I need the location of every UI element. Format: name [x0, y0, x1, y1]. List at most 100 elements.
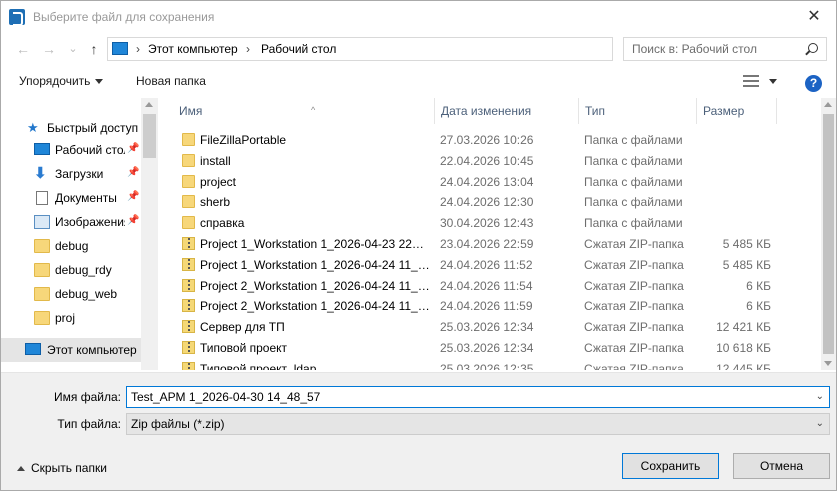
folder-icon [34, 311, 50, 325]
file-type: Папка с файлами [584, 216, 683, 231]
chevron-down-icon[interactable]: ⌄ [816, 387, 824, 407]
app-icon [9, 9, 25, 26]
file-type: Сжатая ZIP-папка [584, 278, 684, 293]
folder-icon [182, 195, 195, 209]
scrollbar-thumb[interactable] [143, 114, 156, 158]
chevron-down-icon: ⌄ [815, 418, 824, 429]
breadcrumb-desktop[interactable]: Рабочий стол [261, 42, 336, 56]
file-row[interactable]: sherb 24.04.2026 12:30 Папка с файлами [161, 191, 821, 212]
save-file-dialog: Выберите файл для сохранения ✕ ← → ⌄ ↑ ›… [0, 0, 837, 491]
file-type: Папка с файлами [584, 174, 683, 189]
file-row[interactable]: Типовой проект 25.03.2026 12:34 Сжатая ZIP… [161, 337, 821, 358]
back-button[interactable]: ← [13, 39, 33, 59]
zip-folder-icon [182, 361, 195, 370]
file-row[interactable]: справка 30.04.2026 12:43 Папка с файлами [161, 212, 821, 233]
file-list-scrollbar[interactable] [821, 98, 836, 370]
title-bar: Выберите файл для сохранения ✕ [1, 1, 836, 33]
sidebar-item-this-pc[interactable]: Этот компьютер [1, 338, 141, 362]
star-icon: ★ [27, 120, 39, 135]
view-options-icon[interactable] [743, 75, 759, 87]
scrollbar-thumb[interactable] [823, 114, 834, 354]
file-row[interactable]: Project 2_Workstation 1_2026-04-24 11_5.… [161, 275, 821, 296]
zip-folder-icon [182, 278, 195, 292]
file-size: 12 421 КБ [716, 320, 771, 335]
file-name: Project 1_Workstation 1_2026-04-23 22_5.… [200, 237, 430, 251]
sidebar-item-documents[interactable]: Документы 📌 [1, 186, 141, 210]
column-header-date[interactable]: Дата изменения [435, 98, 579, 124]
organize-button[interactable]: Упорядочить [19, 74, 104, 88]
sidebar-item-downloads[interactable]: ⬇ Загрузки 📌 [1, 162, 141, 186]
filename-input[interactable]: Test_АРМ 1_2026-04-30 14_48_57 ⌄ [126, 386, 830, 408]
file-size: 10 618 КБ [716, 341, 771, 355]
file-date: 23.04.2026 22:59 [440, 237, 534, 251]
save-button[interactable]: Сохранить [622, 453, 719, 479]
column-header-name[interactable]: Имя ^ [173, 98, 435, 124]
file-type: Папка с файлами [584, 133, 683, 147]
file-name: FileZillaPortable [200, 133, 287, 147]
sidebar-item-debug-rdy[interactable]: debug_rdy [1, 258, 141, 282]
search-input[interactable]: Поиск в: Рабочий стол [632, 42, 757, 56]
scroll-up-icon[interactable] [145, 102, 153, 107]
navigation-row: ← → ⌄ ↑ › Этот компьютер › Рабочий стол … [1, 35, 836, 63]
file-row[interactable]: install 22.04.2026 10:45 Папка с файлами [161, 150, 821, 171]
sidebar-item-quick-access[interactable]: ★ Быстрый доступ [1, 116, 141, 140]
search-box[interactable]: Поиск в: Рабочий стол [623, 37, 827, 61]
breadcrumb-this-pc[interactable]: Этот компьютер [148, 42, 238, 56]
recent-locations-button[interactable]: ⌄ [63, 39, 83, 59]
forward-button[interactable]: → [39, 39, 59, 59]
file-date: 25.03.2026 12:34 [440, 341, 534, 355]
sort-ascending-icon: ^ [311, 105, 316, 115]
file-row[interactable]: project 24.04.2026 13:04 Папка с файлами [161, 171, 821, 192]
file-date: 25.03.2026 12:34 [440, 320, 534, 335]
file-date: 24.04.2026 11:54 [440, 278, 533, 293]
pin-icon: 📌 [127, 215, 140, 226]
filename-label: Имя файла: [54, 390, 121, 404]
file-row[interactable]: FileZillaPortable 27.03.2026 10:26 Папка с… [161, 129, 821, 150]
address-bar[interactable]: › Этот компьютер › Рабочий стол ⌄ ↻ [107, 37, 715, 61]
file-size: 5 485 КБ [722, 257, 771, 272]
file-name: Типовой проект_ldap [200, 361, 317, 370]
sidebar-item-desktop[interactable]: Рабочий стол 📌 [1, 138, 141, 162]
file-row[interactable]: Project 1_Workstation 1_2026-04-24 11_5.… [161, 254, 821, 275]
desktop-icon [34, 143, 50, 155]
file-type: Сжатая ZIP-папка [584, 341, 684, 355]
breadcrumb-separator: › [246, 42, 250, 56]
hide-folders-button[interactable]: Скрыть папки [17, 461, 107, 475]
search-icon [808, 43, 818, 53]
file-type: Папка с файлами [584, 153, 683, 168]
file-row[interactable]: Типовой проект_ldap 25.03.2026 12:35 Сжата… [161, 358, 821, 370]
scroll-down-icon[interactable] [824, 361, 832, 366]
view-dropdown-icon[interactable] [769, 79, 777, 84]
help-icon[interactable]: ? [805, 75, 822, 92]
folder-icon [34, 287, 50, 301]
sidebar-item-images[interactable]: Изображения 📌 [1, 210, 141, 234]
file-date: 27.03.2026 10:26 [440, 133, 534, 147]
scroll-up-icon[interactable] [824, 102, 832, 107]
computer-icon [25, 343, 41, 355]
file-name: Сервер для ТП [200, 320, 285, 335]
filetype-label: Тип файла: [57, 417, 121, 431]
file-row[interactable]: Project 1_Workstation 1_2026-04-23 22_5.… [161, 233, 821, 254]
new-folder-button[interactable]: Новая папка [136, 74, 206, 88]
file-row[interactable]: Сервер для ТП 25.03.2026 12:34 Сжатая ZIP-… [161, 316, 821, 337]
column-header-size[interactable]: Размер [697, 98, 777, 124]
file-row[interactable]: Project 2_Workstation 1_2026-04-24 11_5.… [161, 295, 821, 316]
sidebar-item-proj[interactable]: proj [1, 306, 141, 330]
column-header-type[interactable]: Тип [579, 98, 697, 124]
close-button[interactable]: ✕ [792, 1, 836, 33]
download-icon: ⬇ [34, 165, 47, 182]
file-name: project [200, 174, 237, 189]
file-type: Сжатая ZIP-папка [584, 361, 684, 370]
file-date: 24.04.2026 13:04 [440, 174, 534, 189]
cancel-button[interactable]: Отмена [733, 453, 830, 479]
filetype-select[interactable]: Zip файлы (*.zip) ⌄ [126, 413, 830, 435]
sidebar-scrollbar[interactable] [141, 98, 158, 370]
file-date: 24.04.2026 11:52 [440, 257, 533, 272]
pin-icon: 📌 [127, 143, 140, 154]
sidebar-item-debug-web[interactable]: debug_web [1, 282, 141, 306]
up-button[interactable]: ↑ [84, 39, 104, 59]
file-type: Сжатая ZIP-папка [584, 320, 684, 335]
file-type: Папка с файлами [584, 195, 683, 210]
column-header: Имя ^ Дата изменения Тип Размер [161, 98, 821, 124]
sidebar-item-debug[interactable]: debug [1, 234, 141, 258]
